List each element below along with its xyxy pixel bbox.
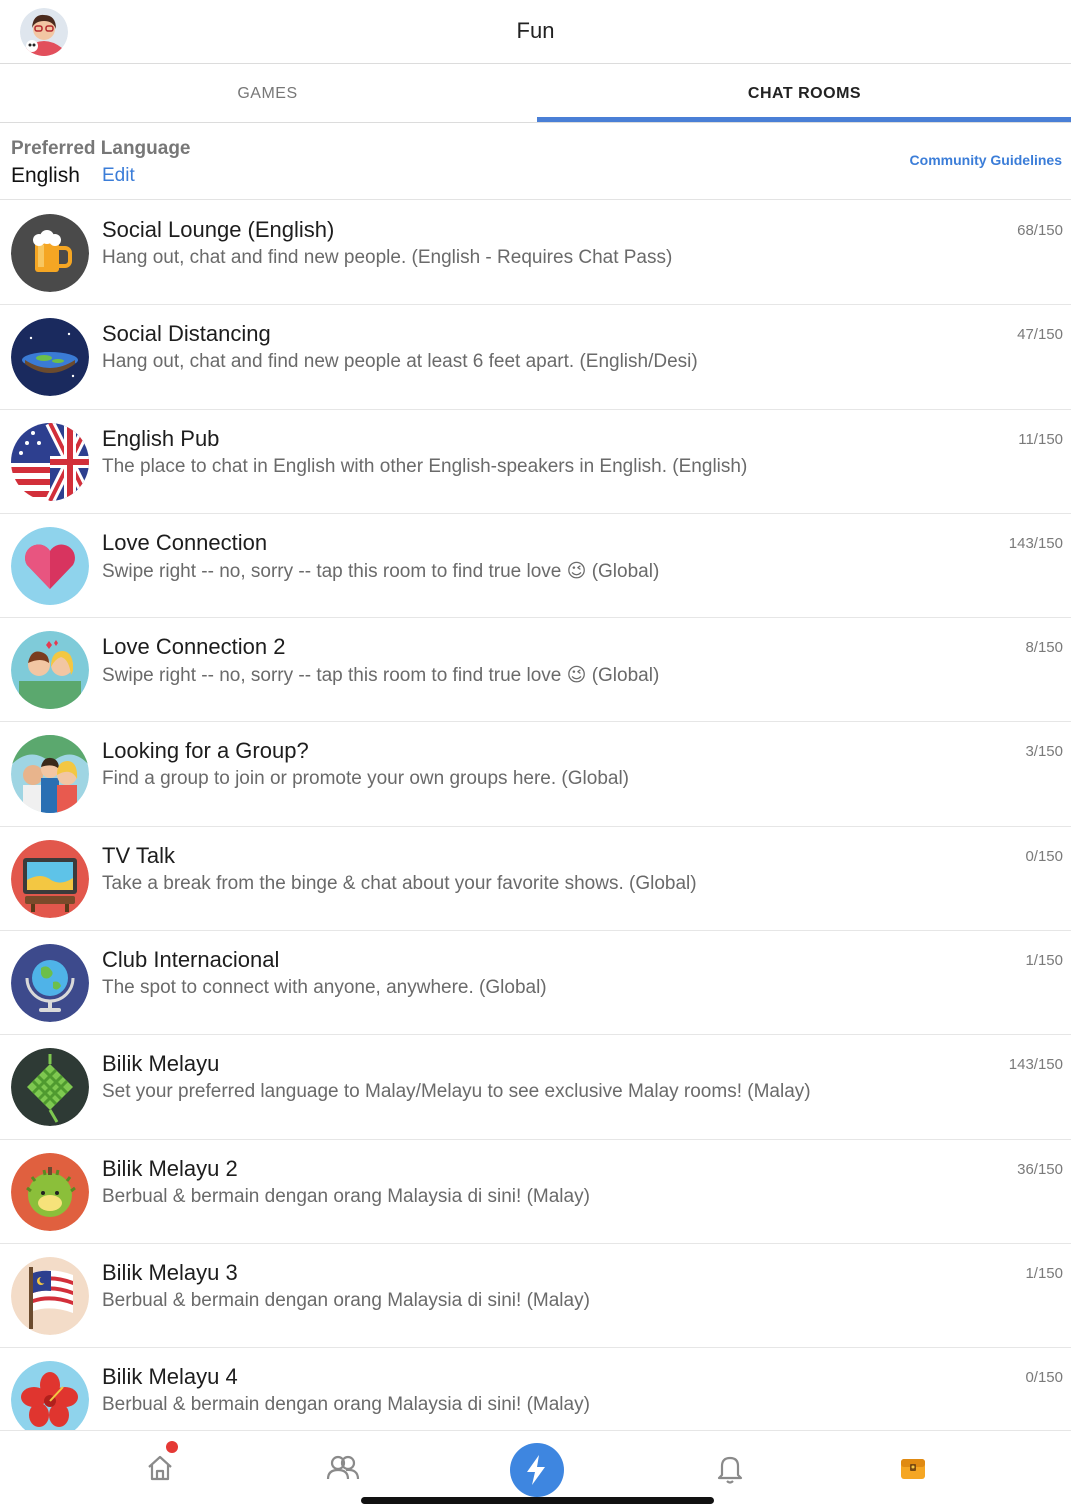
chat-room-item[interactable]: Love Connection Swipe right -- no, sorry… xyxy=(0,514,1071,619)
room-name: Club Internacional xyxy=(102,947,280,973)
chat-room-item[interactable]: TV Talk Take a break from the binge & ch… xyxy=(0,827,1071,932)
room-description: Berbual & bermain dengan orang Malaysia … xyxy=(102,1289,590,1311)
room-occupancy: 1/150 xyxy=(1025,1264,1063,1282)
room-name: Bilik Melayu 3 xyxy=(102,1259,238,1285)
lightning-icon xyxy=(527,1455,545,1485)
group-icon xyxy=(11,735,89,814)
room-description: Hang out, chat and find new people. (Eng… xyxy=(102,247,673,268)
room-occupancy: 3/150 xyxy=(1025,743,1063,761)
chat-room-item[interactable]: Social Distancing Hang out, chat and fin… xyxy=(0,305,1071,410)
room-occupancy: 8/150 xyxy=(1025,639,1063,657)
chat-room-list: Social Lounge (English) Hang out, chat a… xyxy=(0,201,1071,1453)
home-icon xyxy=(148,1455,172,1481)
durian-icon xyxy=(11,1152,89,1231)
room-description: Swipe right -- no, sorry -- tap this roo… xyxy=(102,665,660,687)
preferred-language-section: Preferred Language English Edit Communit… xyxy=(0,124,1071,200)
chat-room-item[interactable]: Looking for a Group? Find a group to joi… xyxy=(0,722,1071,827)
chat-room-item[interactable]: Club Internacional The spot to connect w… xyxy=(0,931,1071,1036)
top-header: Fun xyxy=(0,0,1071,64)
bell-icon xyxy=(717,1456,743,1484)
tab-games[interactable]: GAMES xyxy=(0,65,535,123)
room-description: Set your preferred language to Malay/Mel… xyxy=(102,1081,811,1103)
room-description: Find a group to join or promote your own… xyxy=(102,768,629,790)
room-occupancy: 36/150 xyxy=(1017,1160,1063,1178)
active-tab-indicator xyxy=(537,117,1071,122)
treasure-chest-icon xyxy=(901,1459,925,1479)
room-description: Take a break from the binge & chat about… xyxy=(102,872,697,894)
room-name: Looking for a Group? xyxy=(102,738,309,764)
room-name: Social Distancing xyxy=(102,321,271,347)
edit-language-link[interactable]: Edit xyxy=(102,165,135,187)
chat-room-item[interactable]: English Pub The place to chat in English… xyxy=(0,410,1071,514)
room-name: English Pub xyxy=(102,425,220,451)
chat-room-item[interactable]: Bilik Melayu 2 Berbual & bermain dengan … xyxy=(0,1140,1071,1244)
ketupat-icon xyxy=(11,1048,89,1127)
tab-chat-rooms[interactable]: CHAT ROOMS xyxy=(537,65,1071,123)
room-occupancy: 11/150 xyxy=(1018,430,1063,448)
home-indicator xyxy=(361,1497,714,1504)
room-name: Love Connection xyxy=(102,529,268,555)
chat-room-item[interactable]: Love Connection 2 Swipe right -- no, sor… xyxy=(0,618,1071,723)
couple-icon xyxy=(11,631,89,710)
chat-room-item[interactable]: Bilik Melayu 3 Berbual & bermain dengan … xyxy=(0,1244,1071,1349)
room-occupancy: 0/150 xyxy=(1025,1369,1063,1387)
room-name: Bilik Melayu 4 xyxy=(102,1364,238,1390)
page-title: Fun xyxy=(516,18,555,43)
tv-icon xyxy=(11,839,89,918)
room-name: Love Connection 2 xyxy=(102,634,286,660)
room-name: Bilik Melayu 2 xyxy=(102,1155,238,1181)
hibiscus-icon xyxy=(11,1361,89,1440)
room-occupancy: 143/150 xyxy=(1008,534,1063,552)
nav-rewards[interactable] xyxy=(883,1431,943,1511)
room-description: The spot to connect with anyone, anywher… xyxy=(102,977,547,999)
globe-icon xyxy=(11,944,89,1023)
bottom-navigation xyxy=(0,1430,1071,1512)
malaysia-flag-icon xyxy=(11,1256,89,1335)
room-name: Bilik Melayu xyxy=(102,1051,220,1077)
room-description: Berbual & bermain dengan orang Malaysia … xyxy=(102,1185,590,1207)
room-name: Social Lounge (English) xyxy=(102,217,335,242)
us-uk-flag-icon xyxy=(11,422,89,501)
room-description: Berbual & bermain dengan orang Malaysia … xyxy=(102,1394,590,1416)
nav-home[interactable] xyxy=(130,1431,190,1511)
preferred-language-label: Preferred Language xyxy=(11,138,191,159)
tab-bar: GAMES CHAT ROOMS xyxy=(0,65,1071,123)
room-occupancy: 143/150 xyxy=(1008,1056,1063,1074)
room-description: Hang out, chat and find new people at le… xyxy=(102,351,698,373)
preferred-language-value: English xyxy=(11,164,80,187)
room-occupancy: 68/150 xyxy=(1017,222,1063,239)
room-name: TV Talk xyxy=(102,842,175,868)
room-occupancy: 1/150 xyxy=(1025,952,1063,970)
room-occupancy: 0/150 xyxy=(1025,847,1063,865)
room-description: The place to chat in English with other … xyxy=(102,455,748,477)
room-occupancy: 47/150 xyxy=(1017,326,1063,344)
chat-room-item[interactable]: Bilik Melayu Set your preferred language… xyxy=(0,1035,1071,1140)
room-description: Swipe right -- no, sorry -- tap this roo… xyxy=(102,560,660,582)
community-guidelines-link[interactable]: Community Guidelines xyxy=(910,152,1062,168)
beer-mug-icon xyxy=(11,214,89,292)
friends-icon xyxy=(326,1455,360,1480)
flat-earth-icon xyxy=(11,318,89,397)
heart-icon xyxy=(11,526,89,605)
home-notification-badge xyxy=(166,1441,178,1453)
chat-room-item[interactable]: Social Lounge (English) Hang out, chat a… xyxy=(0,201,1071,306)
